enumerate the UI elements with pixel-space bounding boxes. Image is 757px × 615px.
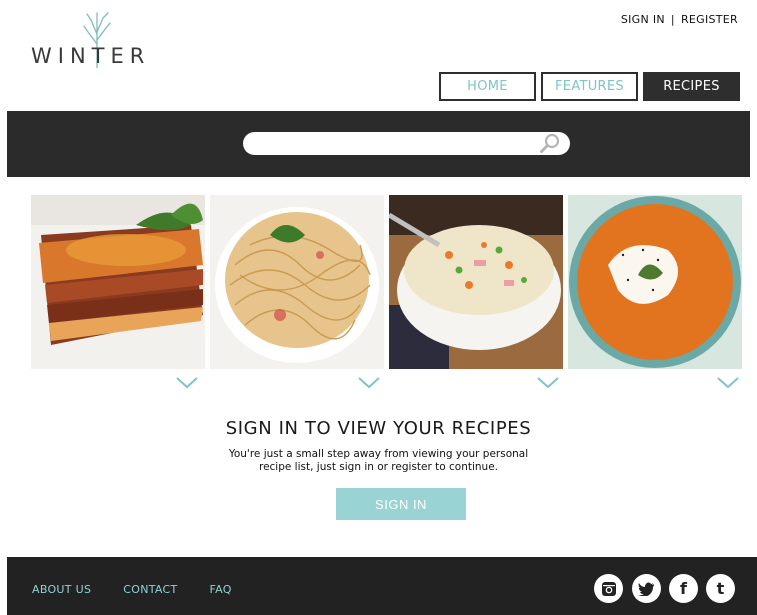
logo-text: WINTER xyxy=(31,44,151,68)
recipe-card-lasagna[interactable] xyxy=(31,195,205,369)
signin-button[interactable]: SIGN IN xyxy=(336,488,466,520)
search-input[interactable] xyxy=(243,132,570,155)
recipe-cards xyxy=(31,195,742,395)
instagram-icon[interactable] xyxy=(594,574,623,603)
chevron-down-icon[interactable] xyxy=(716,376,740,390)
facebook-icon[interactable]: f xyxy=(669,574,698,603)
spaghetti-image xyxy=(210,195,384,369)
sign-in-link[interactable]: SIGN IN xyxy=(621,13,665,26)
footer-link-about[interactable]: ABOUT US xyxy=(32,583,91,596)
main-nav: HOME FEATURES RECIPES xyxy=(439,72,740,101)
recipe-card-spaghetti[interactable] xyxy=(210,195,384,369)
lasagna-image xyxy=(31,195,205,369)
footer: ABOUT US CONTACT FAQ f t xyxy=(7,557,757,615)
nav-recipes-button[interactable]: RECIPES xyxy=(643,72,740,101)
chevron-down-icon[interactable] xyxy=(175,376,199,390)
signin-section: SIGN IN TO VIEW YOUR RECIPES You're just… xyxy=(0,418,757,474)
nav-features-button[interactable]: FEATURES xyxy=(541,72,638,101)
auth-separator: | xyxy=(670,13,675,26)
search-bar xyxy=(7,111,750,177)
recipe-card-pumpkin-soup[interactable] xyxy=(568,195,742,369)
pumpkin-soup-image xyxy=(568,195,742,369)
logo[interactable]: WINTER xyxy=(31,10,171,70)
twitter-icon[interactable] xyxy=(632,574,661,603)
signin-title: SIGN IN TO VIEW YOUR RECIPES xyxy=(225,418,532,439)
footer-link-faq[interactable]: FAQ xyxy=(210,583,232,596)
register-link[interactable]: REGISTER xyxy=(681,13,738,26)
footer-link-contact[interactable]: CONTACT xyxy=(123,583,177,596)
search-icon[interactable] xyxy=(539,133,561,155)
chevron-down-icon[interactable] xyxy=(536,376,560,390)
footer-links: ABOUT US CONTACT FAQ xyxy=(32,583,232,596)
nav-home-button[interactable]: HOME xyxy=(439,72,536,101)
recipe-card-fried-rice[interactable] xyxy=(389,195,563,369)
fried-rice-image xyxy=(389,195,563,369)
auth-links: SIGN IN | REGISTER xyxy=(621,13,738,26)
chevron-down-icon[interactable] xyxy=(357,376,381,390)
signin-description: You're just a small step away from viewi… xyxy=(228,448,529,473)
tumblr-icon[interactable]: t xyxy=(706,574,735,603)
